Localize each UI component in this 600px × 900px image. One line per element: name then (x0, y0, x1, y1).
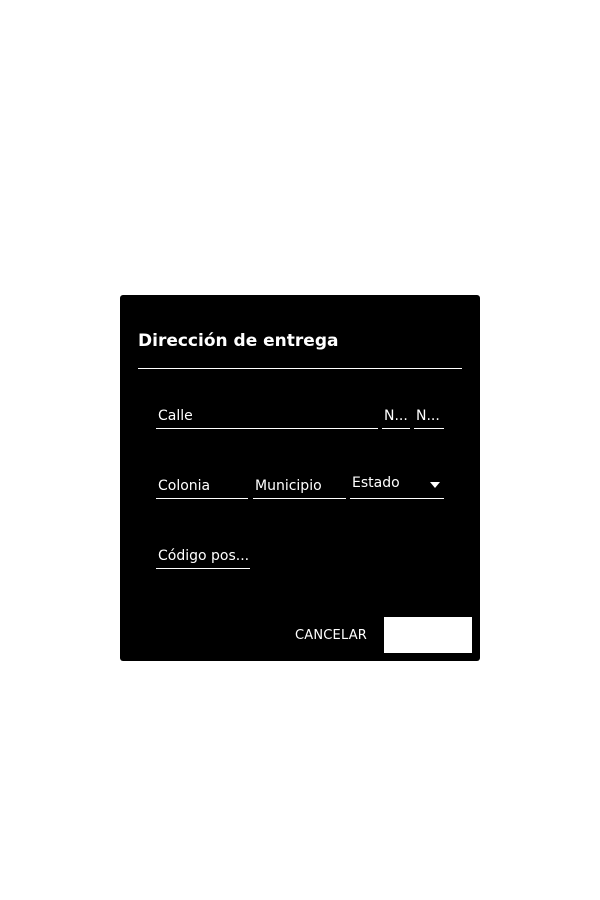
postal-code-field (156, 543, 250, 569)
exterior-number-input[interactable] (382, 403, 410, 428)
save-button[interactable] (384, 617, 472, 653)
exterior-number-field (382, 403, 410, 429)
dialog-title: Dirección de entrega (138, 331, 339, 351)
interior-number-field (414, 403, 444, 429)
cancel-button[interactable]: CANCELAR (288, 617, 374, 653)
neighborhood-field (156, 473, 248, 499)
street-field (156, 403, 378, 429)
municipality-field (253, 473, 346, 499)
street-input[interactable] (156, 403, 378, 428)
chevron-down-icon (430, 482, 440, 488)
delivery-address-dialog: Dirección de entrega Estado CANCELAR (120, 295, 480, 661)
interior-number-input[interactable] (414, 403, 444, 428)
title-divider (138, 368, 462, 369)
municipality-input[interactable] (253, 473, 346, 498)
postal-code-input[interactable] (156, 543, 250, 568)
state-select-value: Estado (352, 475, 400, 491)
state-select[interactable]: Estado (350, 473, 444, 499)
neighborhood-input[interactable] (156, 473, 248, 498)
